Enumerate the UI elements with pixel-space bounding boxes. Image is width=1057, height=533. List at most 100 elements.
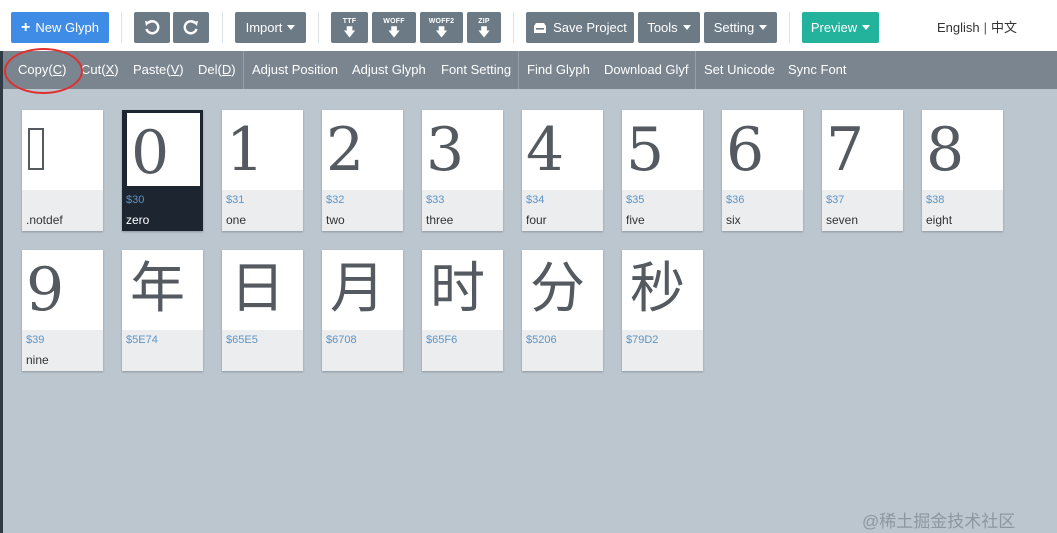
adjust-position-menu-item[interactable]: Adjust Position	[252, 51, 338, 89]
glyph-unicode: $37	[826, 194, 845, 206]
glyph-preview: 时	[422, 250, 503, 330]
glyph-card[interactable]: 2 $32 two	[322, 110, 403, 231]
glyph-unicode: $65E5	[226, 334, 258, 346]
toolbar-divider	[121, 12, 122, 43]
adjust-glyph-menu-item[interactable]: Adjust Glyph	[352, 51, 426, 89]
glyph-card[interactable]: 1 $31 one	[222, 110, 303, 231]
lang-english-link[interactable]: English	[937, 20, 980, 35]
import-label: Import	[245, 20, 283, 35]
glyph-card[interactable]: 3 $33 three	[422, 110, 503, 231]
toolbar-divider	[513, 12, 514, 43]
glyph-card[interactable]: 4 $34 four	[522, 110, 603, 231]
export-ttf-button[interactable]: TTF 🡇	[331, 12, 368, 43]
glyph-unicode: $34	[526, 194, 545, 206]
glyph-unicode: $30	[126, 194, 145, 206]
glyph-unicode: $35	[626, 194, 645, 206]
new-glyph-label: New Glyph	[35, 20, 99, 35]
glyph-character: 月	[330, 256, 386, 320]
glyph-name: eight	[926, 213, 953, 227]
glyph-character: 时	[430, 256, 486, 320]
glyph-card[interactable]: 5 $35 five	[622, 110, 703, 231]
download-arrow-icon: 🡇	[435, 24, 448, 39]
tools-dropdown-button[interactable]: Tools	[638, 12, 700, 43]
lang-divider: |	[983, 20, 988, 35]
glyph-card[interactable]: 8 $38 eight	[922, 110, 1003, 231]
glyph-card[interactable]: 7 $37 seven	[822, 110, 903, 231]
glyph-preview: 8	[922, 110, 1003, 190]
glyph-card[interactable]: 分 $5206	[522, 250, 603, 371]
preview-dropdown-button[interactable]: Preview	[802, 12, 879, 43]
glyph-card[interactable]: 时 $65F6	[422, 250, 503, 371]
glyph-card[interactable]: 0 $30 zero	[122, 110, 203, 231]
undo-button[interactable]	[134, 12, 170, 43]
toolbar-divider	[318, 12, 319, 43]
glyph-name: six	[726, 213, 741, 227]
glyph-card[interactable]: 日 $65E5	[222, 250, 303, 371]
redo-icon	[183, 19, 198, 34]
setting-label: Setting	[713, 20, 755, 35]
save-project-button[interactable]: Save Project	[526, 12, 634, 43]
save-icon	[534, 22, 547, 33]
paste-close-paren: )	[179, 62, 184, 77]
main-toolbar: + New Glyph Import TTF 🡇 WOFF 🡇 WOFF2 🡇 …	[0, 0, 1057, 51]
export-woff-button[interactable]: WOFF 🡇	[372, 12, 416, 43]
chevron-down-icon	[287, 25, 296, 30]
glyph-unicode: $79D2	[626, 334, 659, 346]
font-setting-menu-item[interactable]: Font Setting	[441, 51, 511, 89]
glyph-name: five	[626, 213, 645, 227]
paste-menu-item[interactable]: Paste(V)	[133, 51, 184, 89]
glyph-card[interactable]: 6 $36 six	[722, 110, 803, 231]
glyph-name: one	[226, 213, 247, 227]
chevron-down-icon	[682, 25, 691, 30]
glyph-card[interactable]: 年 $5E74	[122, 250, 203, 371]
new-glyph-button[interactable]: + New Glyph	[11, 12, 109, 43]
glyph-character: 9	[26, 255, 65, 325]
paste-label: Paste(	[133, 62, 171, 77]
export-zip-button[interactable]: ZIP 🡇	[467, 12, 501, 43]
glyph-preview: 日	[222, 250, 303, 330]
delete-shortcut: D	[221, 62, 232, 77]
glyph-unicode: $32	[326, 194, 345, 206]
download-glyf-menu-item[interactable]: Download Glyf	[604, 51, 689, 89]
setting-dropdown-button[interactable]: Setting	[704, 12, 777, 43]
notdef-glyph-icon	[28, 128, 44, 170]
cut-menu-item[interactable]: Cut(X)	[81, 51, 119, 89]
delete-label: Del(	[198, 62, 222, 77]
glyph-card[interactable]: 秒 $79D2	[622, 250, 703, 371]
delete-close-paren: )	[231, 62, 236, 77]
glyph-preview: 7	[822, 110, 903, 190]
save-project-label: Save Project	[553, 20, 627, 35]
find-glyph-menu-item[interactable]: Find Glyph	[527, 51, 590, 89]
delete-menu-item[interactable]: Del(D)	[198, 51, 236, 89]
glyph-card[interactable]: .notdef	[22, 110, 103, 231]
left-edge-strip	[0, 51, 3, 533]
glyph-name: zero	[126, 213, 150, 227]
preview-label: Preview	[810, 20, 858, 35]
glyph-character: 日	[230, 256, 286, 320]
cut-label: Cut(	[81, 62, 106, 77]
glyph-preview: 5	[622, 110, 703, 190]
glyph-unicode: $65F6	[426, 334, 458, 346]
menu-divider	[243, 51, 244, 89]
glyph-character: 8	[926, 115, 965, 185]
import-dropdown-button[interactable]: Import	[235, 12, 306, 43]
glyph-character: 5	[626, 115, 665, 185]
copy-shortcut: C	[52, 62, 63, 77]
menu-divider	[695, 51, 696, 89]
glyph-preview: 年	[122, 250, 203, 330]
glyph-character: 年	[130, 256, 186, 320]
glyph-character: 1	[226, 115, 265, 185]
copy-menu-item[interactable]: Copy(C)	[18, 51, 66, 89]
redo-button[interactable]	[173, 12, 209, 43]
glyph-name: .notdef	[26, 213, 63, 227]
sync-font-menu-item[interactable]: Sync Font	[788, 51, 847, 89]
lang-chinese-link[interactable]: 中文	[991, 20, 1017, 35]
glyph-unicode: $31	[226, 194, 245, 206]
glyph-preview: 月	[322, 250, 403, 330]
glyph-card[interactable]: 9 $39 nine	[22, 250, 103, 371]
glyph-character: 4	[526, 115, 565, 185]
glyph-character: 秒	[630, 256, 686, 320]
set-unicode-menu-item[interactable]: Set Unicode	[704, 51, 775, 89]
export-woff2-button[interactable]: WOFF2 🡇	[420, 12, 463, 43]
glyph-card[interactable]: 月 $6708	[322, 250, 403, 371]
